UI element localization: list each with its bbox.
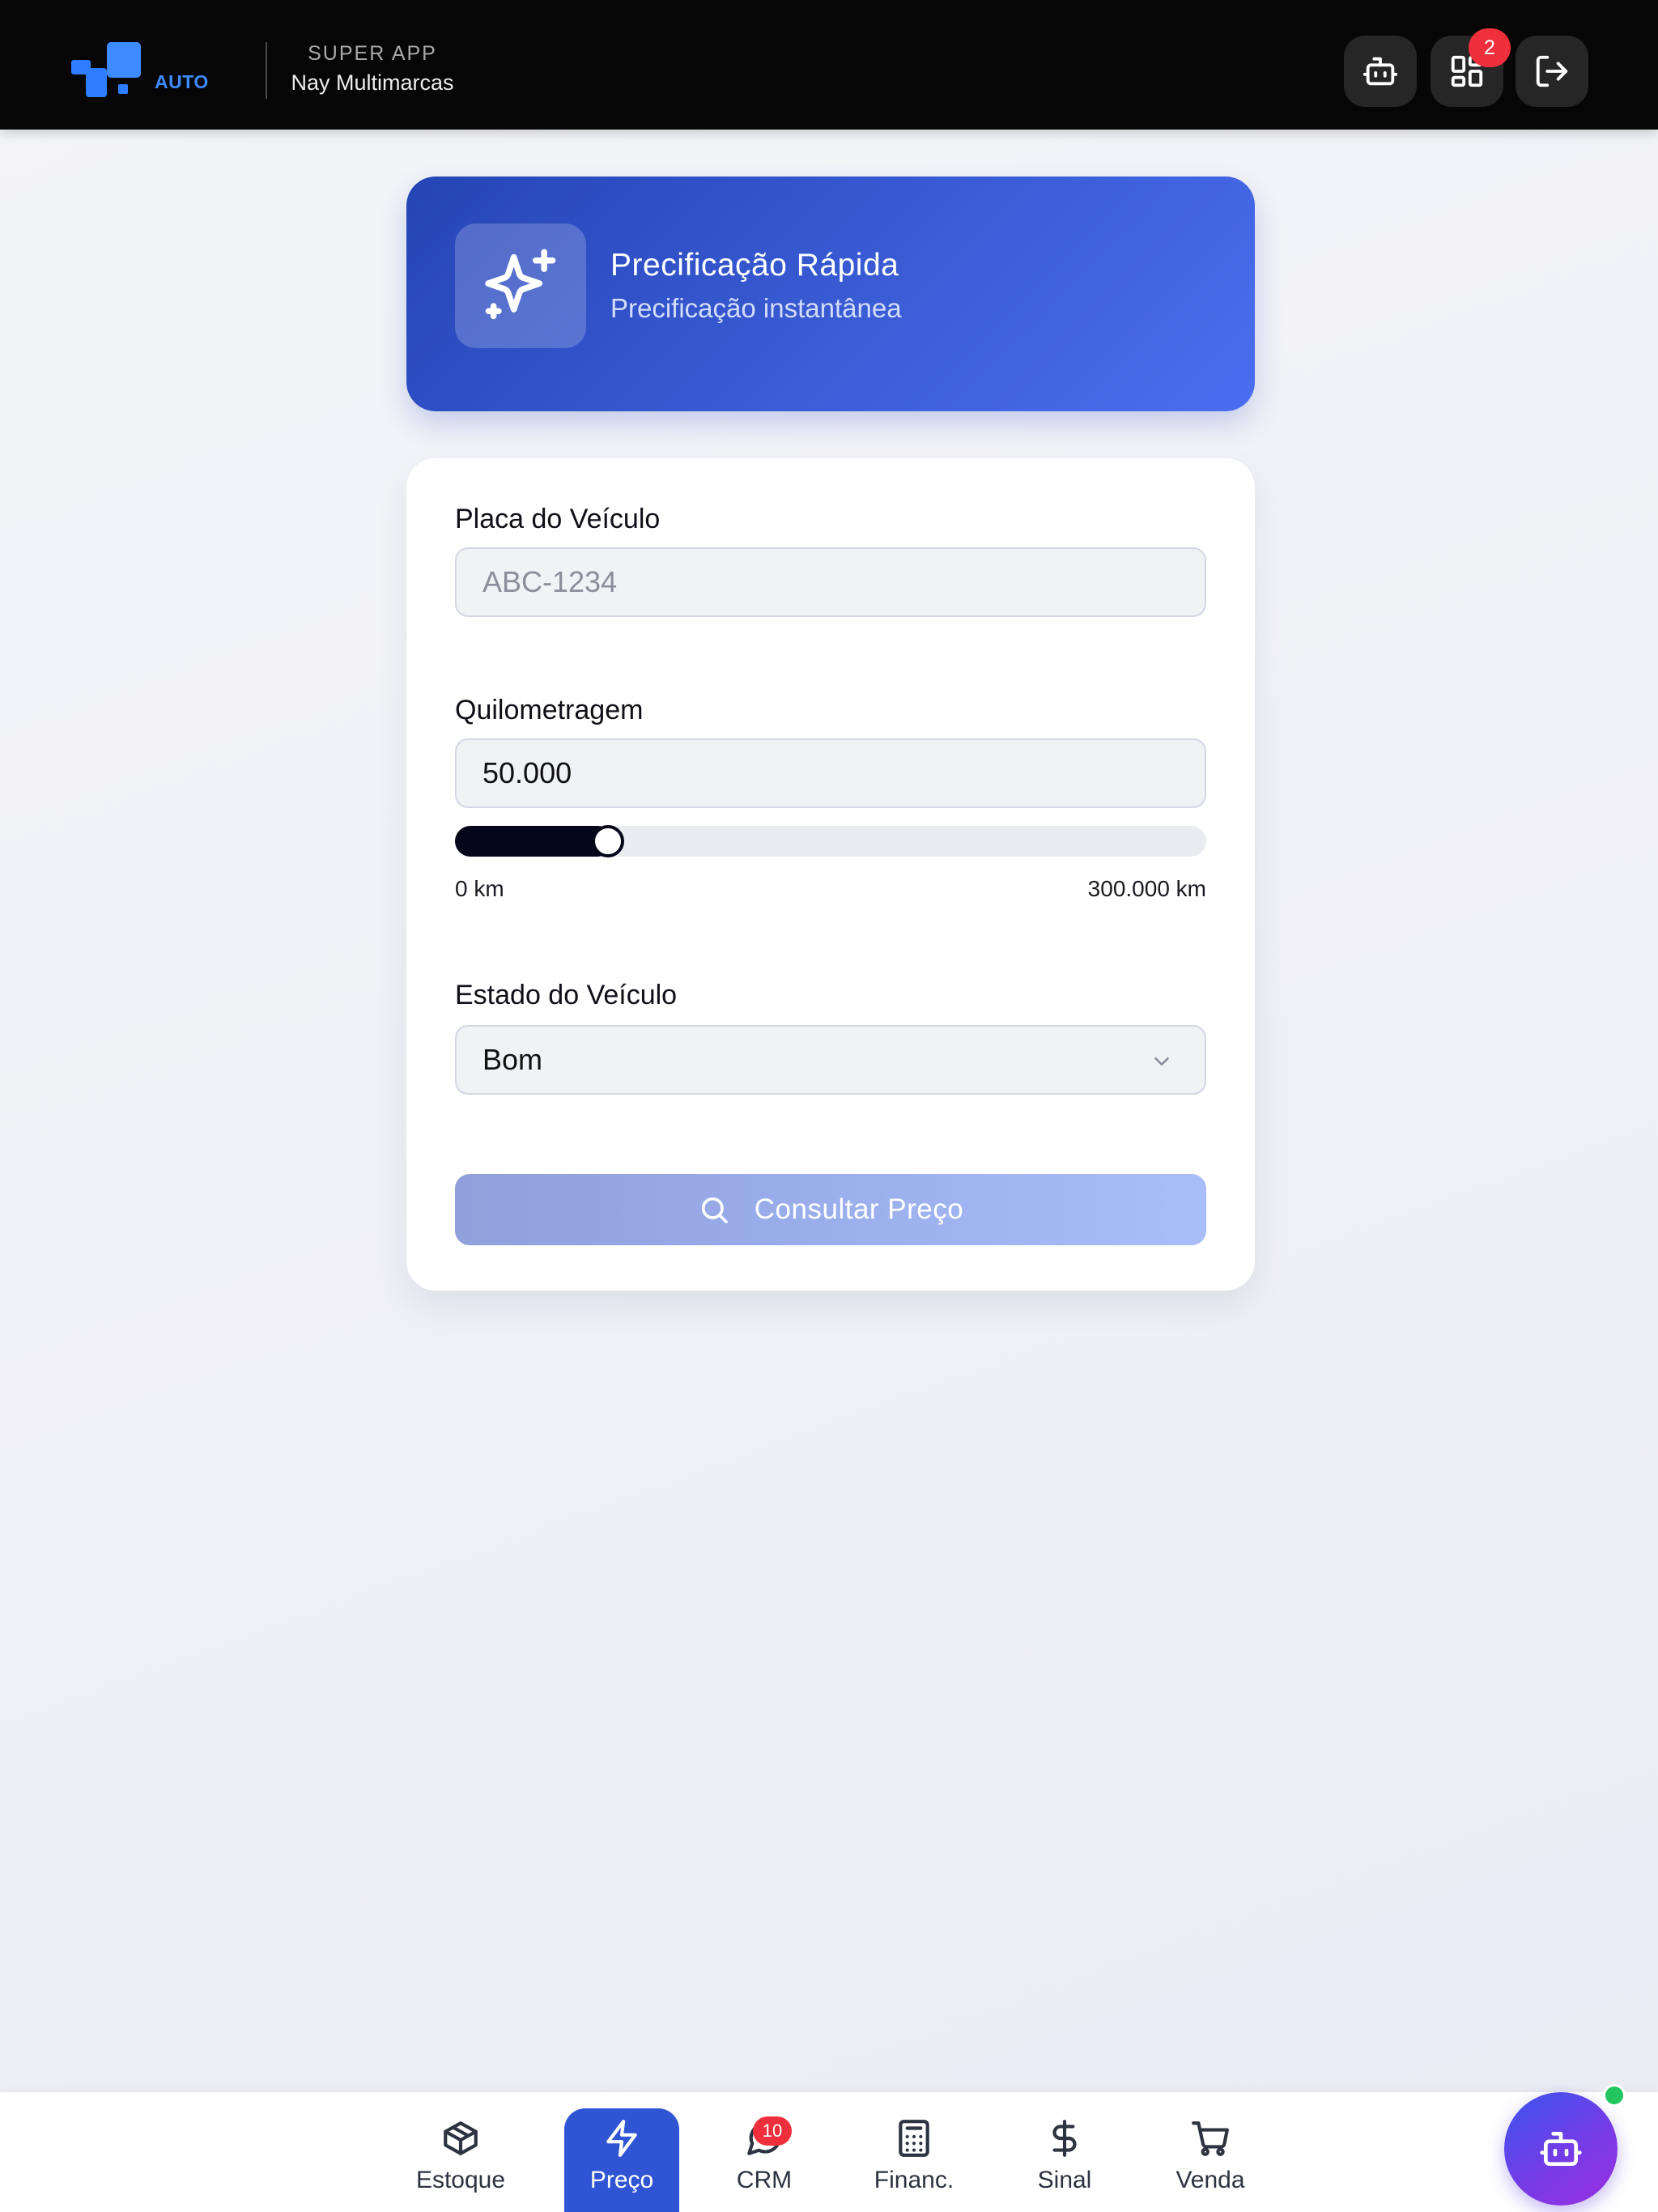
ai-assistant-fab[interactable] (1504, 2092, 1618, 2206)
chevron-down-icon (1154, 1057, 1169, 1066)
company-name: Nay Multimarcas (291, 70, 454, 95)
condition-select[interactable]: Bom (455, 1025, 1206, 1095)
mileage-value: 50.000 (483, 756, 572, 789)
mileage-slider-fill (455, 826, 613, 857)
online-status-dot (1603, 2084, 1626, 2107)
hero-icon-container (455, 223, 586, 348)
nav-item-financ[interactable]: Financ. (857, 2108, 971, 2212)
calculator-icon (899, 2120, 929, 2157)
mileage-min-label: 0 km (455, 876, 504, 901)
apps-badge: 2 (1469, 28, 1511, 67)
bottom-navigation: Estoque Preço CRM Financ. Sinal Venda (0, 2092, 1658, 2212)
nav-label-preco: Preço (589, 2167, 654, 2193)
mileage-slider[interactable] (455, 825, 1206, 857)
nav-item-venda[interactable]: Venda (1153, 2108, 1268, 2212)
nav-label-sinal: Sinal (1037, 2167, 1092, 2193)
plate-input[interactable] (455, 547, 1206, 617)
consult-price-button[interactable]: Consultar Preço (455, 1174, 1206, 1245)
sparkles-icon (485, 249, 556, 320)
robot-icon (1363, 57, 1398, 86)
mileage-input[interactable]: 50.000 (455, 738, 1206, 808)
nav-label-crm: CRM (736, 2167, 793, 2193)
consult-price-label: Consultar Preço (754, 1193, 964, 1225)
cart-icon (1192, 2121, 1229, 2156)
search-icon (701, 1197, 728, 1223)
pricing-form: Placa do Veículo Quilometragem 50.000 0 … (406, 458, 1255, 1291)
mileage-max-label: 300.000 km (1087, 876, 1206, 901)
nav-label-venda: Venda (1175, 2167, 1245, 2193)
top-header: AUTO SUPER APP Nay Multimarcas 2 (0, 0, 1658, 130)
robot-icon (1540, 2132, 1582, 2166)
mileage-slider-thumb[interactable] (591, 825, 624, 857)
logout-button[interactable] (1516, 36, 1588, 107)
nav-label-estoque: Estoque (415, 2167, 506, 2193)
plate-label: Placa do Veículo (455, 504, 661, 534)
hero-subtitle: Precificação instantânea (610, 293, 902, 323)
condition-label: Estado do Veículo (455, 980, 678, 1010)
box-icon (444, 2121, 478, 2155)
lightning-icon (606, 2120, 637, 2157)
logout-icon (1536, 55, 1568, 87)
nav-item-preco[interactable]: Preço (564, 2108, 679, 2212)
condition-selected-value: Bom (483, 1043, 543, 1076)
hero-title: Precificação Rápida (610, 248, 899, 283)
logo-text: AUTO (155, 71, 209, 92)
nav-label-financ: Financ. (874, 2167, 954, 2193)
header-divider (266, 42, 267, 99)
crm-badge: 10 (753, 2116, 792, 2146)
ai-assistant-button[interactable] (1344, 36, 1417, 107)
quick-pricing-banner: Precificação Rápida Precificação instant… (406, 177, 1255, 411)
nav-item-estoque[interactable]: Estoque (403, 2108, 518, 2212)
logo-icon (71, 42, 141, 97)
mileage-label: Quilometragem (455, 695, 644, 725)
nav-item-sinal[interactable]: Sinal (1007, 2108, 1122, 2212)
dollar-icon (1052, 2120, 1077, 2157)
super-app-label: SUPER APP (308, 42, 437, 65)
